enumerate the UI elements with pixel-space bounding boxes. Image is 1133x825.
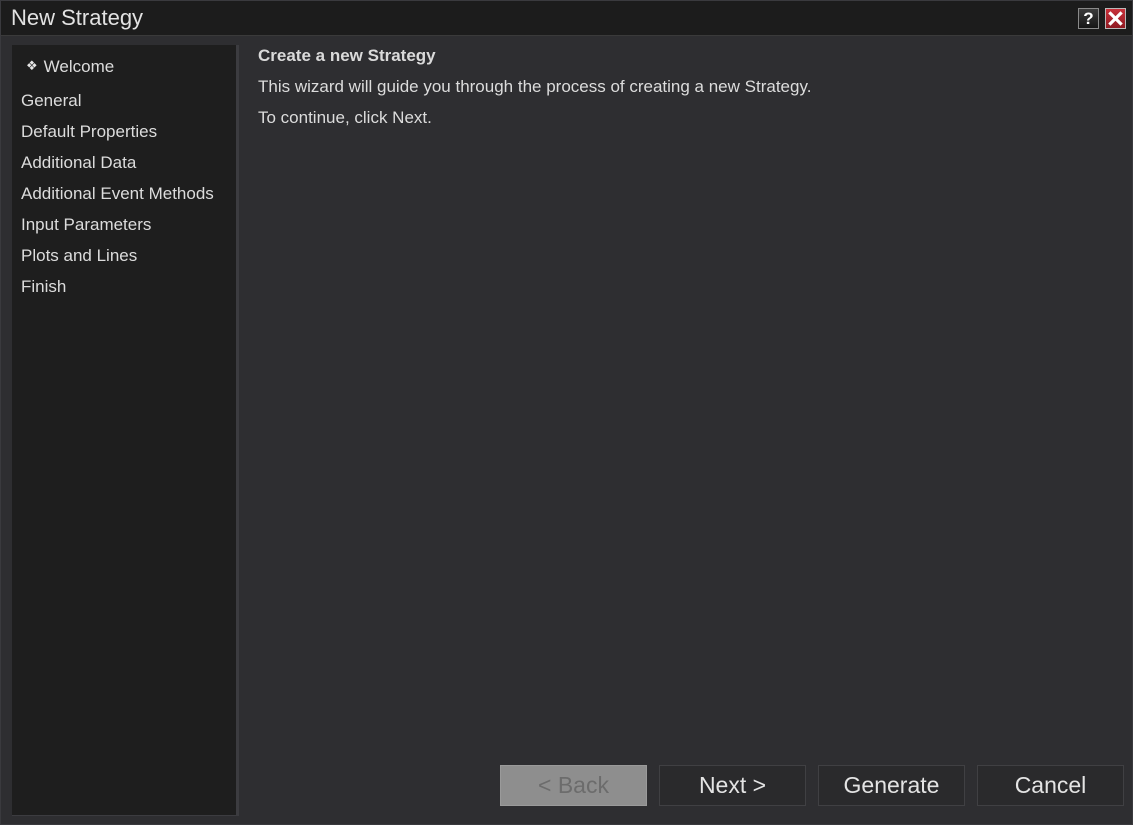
- current-step-marker-icon: ❖: [26, 58, 38, 73]
- step-input-parameters[interactable]: Input Parameters: [21, 215, 151, 235]
- step-additional-event-methods[interactable]: Additional Event Methods: [21, 184, 214, 204]
- new-strategy-window: New Strategy ? ❖ Welcome General Default …: [0, 0, 1133, 825]
- generate-button[interactable]: Generate: [818, 765, 965, 806]
- step-additional-data[interactable]: Additional Data: [21, 153, 136, 173]
- cancel-button[interactable]: Cancel: [977, 765, 1124, 806]
- question-mark-icon: ?: [1083, 8, 1094, 28]
- step-label: Default Properties: [21, 122, 158, 141]
- wizard-steps-sidebar: ❖ Welcome General Default Properties Addi…: [12, 45, 239, 816]
- step-label: General: [21, 91, 82, 110]
- step-general[interactable]: General: [21, 91, 81, 111]
- window-title: New Strategy: [11, 5, 144, 30]
- wizard-description: This wizard will guide you through the p…: [258, 77, 812, 96]
- step-plots-and-lines[interactable]: Plots and Lines: [21, 246, 137, 266]
- title-bar[interactable]: New Strategy ?: [1, 1, 1132, 36]
- step-label: Additional Event Methods: [21, 184, 214, 203]
- help-button[interactable]: ?: [1078, 8, 1099, 29]
- step-label: Input Parameters: [21, 215, 152, 234]
- step-label: Finish: [21, 277, 67, 296]
- next-button[interactable]: Next >: [659, 765, 806, 806]
- page-heading: Create a new Strategy: [258, 46, 436, 65]
- close-icon: [1108, 11, 1123, 26]
- step-finish[interactable]: Finish: [21, 277, 66, 297]
- step-label: Additional Data: [21, 153, 137, 172]
- step-welcome[interactable]: ❖ Welcome: [19, 57, 114, 77]
- step-label: Plots and Lines: [21, 246, 138, 265]
- back-button[interactable]: < Back: [500, 765, 647, 806]
- wizard-instruction: To continue, click Next.: [258, 108, 432, 127]
- step-default-properties[interactable]: Default Properties: [21, 122, 157, 142]
- close-button[interactable]: [1105, 8, 1126, 29]
- step-label: Welcome: [43, 57, 115, 76]
